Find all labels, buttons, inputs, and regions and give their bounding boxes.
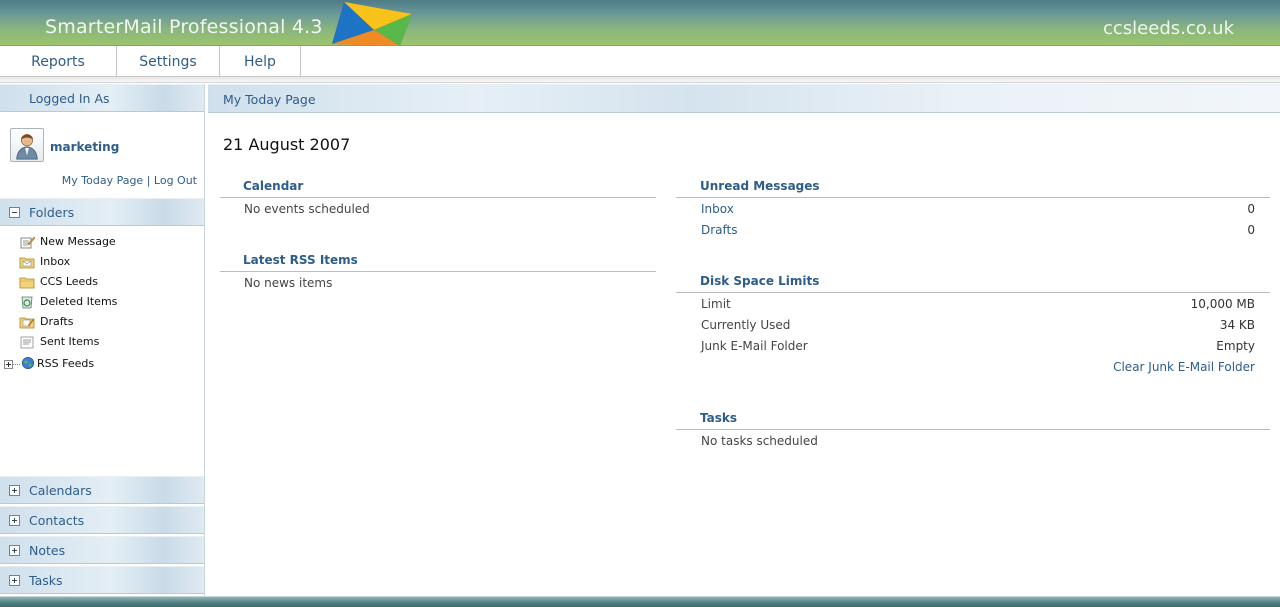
log-out-link[interactable]: Log Out	[154, 174, 197, 187]
expand-icon[interactable]	[4, 360, 13, 369]
nav-divider	[0, 77, 1280, 83]
disk-used-value: 34 KB	[1219, 318, 1255, 332]
nav-reports[interactable]: Reports	[0, 46, 117, 77]
tasks-empty-text: No tasks scheduled	[701, 434, 818, 448]
expand-icon[interactable]	[9, 485, 20, 496]
folder-inbox[interactable]: Inbox	[0, 252, 204, 272]
folder-sent-items[interactable]: Sent Items	[0, 332, 204, 352]
disk-space-title: Disk Space Limits	[700, 274, 820, 288]
calendar-empty-text: No events scheduled	[244, 202, 370, 216]
unread-drafts-count: 0	[1247, 223, 1255, 237]
expand-icon[interactable]	[9, 545, 20, 556]
expand-icon[interactable]	[9, 575, 20, 586]
contacts-label: Contacts	[29, 513, 85, 528]
calendar-divider	[220, 197, 656, 198]
junk-folder-label: Junk E-Mail Folder	[701, 339, 808, 353]
user-links: My Today Page | Log Out	[62, 174, 197, 187]
user-avatar-icon	[10, 128, 44, 162]
main-content: My Today Page 21 August 2007 Calendar No…	[208, 84, 1280, 596]
sidebar: Logged In As marketing My Today Page | L…	[0, 84, 205, 596]
calendars-section[interactable]: Calendars	[0, 476, 204, 504]
folder-rss-feeds[interactable]: RSS Feeds	[0, 354, 204, 374]
rss-globe-icon	[21, 356, 35, 370]
nav-settings[interactable]: Settings	[117, 46, 220, 77]
unread-divider	[676, 197, 1270, 198]
folders-heading-label: Folders	[29, 205, 75, 220]
folder-drafts[interactable]: Drafts	[0, 312, 204, 332]
tasks-label: Tasks	[29, 573, 63, 588]
unread-drafts-link[interactable]: Drafts	[701, 223, 738, 237]
folder-new-message[interactable]: New Message	[0, 232, 204, 252]
page-title: My Today Page	[223, 92, 316, 107]
top-navigation: Reports Settings Help	[0, 46, 1280, 83]
folder-label: New Message	[40, 235, 116, 248]
tasks-divider	[676, 429, 1270, 430]
recycle-bin-icon	[21, 296, 33, 309]
app-title: SmarterMail Professional 4.3	[45, 16, 323, 38]
rss-title: Latest RSS Items	[243, 253, 358, 267]
disk-limit-label: Limit	[701, 297, 731, 311]
folders-heading[interactable]: Folders	[0, 198, 204, 226]
folder-label: Drafts	[40, 315, 74, 328]
unread-inbox-link[interactable]: Inbox	[701, 202, 734, 216]
my-today-page-link[interactable]: My Today Page	[62, 174, 143, 187]
inbox-folder-icon	[19, 257, 35, 269]
junk-folder-value: Empty	[1216, 339, 1255, 353]
username: marketing	[50, 140, 120, 154]
envelope-logo-icon	[332, 2, 412, 46]
folder-label: CCS Leeds	[40, 275, 99, 288]
app-header: SmarterMail Professional 4.3 ccsleeds.co…	[0, 0, 1280, 46]
notes-section[interactable]: Notes	[0, 536, 204, 564]
rss-empty-text: No news items	[244, 276, 333, 290]
calendars-label: Calendars	[29, 483, 92, 498]
folder-icon	[19, 277, 35, 289]
folder-tree: New Message Inbox CCS Leeds Deleted Item…	[0, 232, 204, 374]
disk-used-label: Currently Used	[701, 318, 791, 332]
folder-label: RSS Feeds	[37, 357, 95, 370]
calendar-title: Calendar	[243, 179, 304, 193]
tasks-section[interactable]: Tasks	[0, 566, 204, 594]
collapse-icon[interactable]	[9, 207, 20, 218]
folder-deleted-items[interactable]: Deleted Items	[0, 292, 204, 312]
logged-in-heading: Logged In As	[0, 84, 204, 112]
unread-inbox-count: 0	[1247, 202, 1255, 216]
clear-junk-link[interactable]: Clear Junk E-Mail Folder	[1113, 360, 1255, 374]
domain-name: ccsleeds.co.uk	[1103, 18, 1234, 39]
disk-divider	[676, 292, 1270, 293]
folder-label: Inbox	[40, 255, 71, 268]
footer-bar	[0, 596, 1280, 607]
expand-icon[interactable]	[9, 515, 20, 526]
drafts-folder-icon	[19, 317, 35, 329]
folder-label: Deleted Items	[40, 295, 118, 308]
logged-in-heading-label: Logged In As	[29, 91, 110, 106]
tasks-title: Tasks	[700, 411, 738, 425]
unread-messages-title: Unread Messages	[700, 179, 820, 193]
folder-label: Sent Items	[40, 335, 100, 348]
link-separator: |	[143, 174, 154, 187]
today-date: 21 August 2007	[223, 135, 351, 154]
tree-connector	[13, 364, 20, 365]
sent-items-icon	[20, 336, 34, 349]
contacts-section[interactable]: Contacts	[0, 506, 204, 534]
page-title-bar: My Today Page	[208, 84, 1280, 113]
rss-divider	[220, 271, 656, 272]
new-message-icon	[20, 236, 35, 249]
nav-help[interactable]: Help	[220, 46, 301, 77]
disk-limit-value: 10,000 MB	[1190, 297, 1255, 311]
notes-label: Notes	[29, 543, 66, 558]
user-box: marketing My Today Page | Log Out	[0, 114, 204, 196]
folder-ccs-leeds[interactable]: CCS Leeds	[0, 272, 204, 292]
